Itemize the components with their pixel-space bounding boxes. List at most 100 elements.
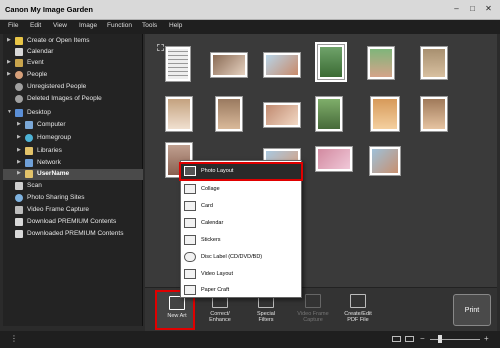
title-bar: Canon My Image Garden – □ ✕ bbox=[0, 0, 500, 20]
menu-item-video-layout[interactable]: Video Layout bbox=[181, 267, 301, 282]
sidebar-item-computer[interactable]: ▶ Computer bbox=[3, 120, 143, 131]
select-all-icon[interactable] bbox=[157, 44, 164, 51]
menu-file[interactable]: File bbox=[8, 22, 18, 29]
image-thumbnail[interactable] bbox=[315, 146, 353, 172]
menu-tools[interactable]: Tools bbox=[142, 22, 157, 29]
thumbnail-view-icon[interactable] bbox=[392, 336, 401, 342]
sidebar-item-calendar[interactable]: Calendar bbox=[3, 47, 143, 58]
folder-icon bbox=[15, 109, 23, 117]
expand-arrow-icon[interactable]: ▶ bbox=[7, 37, 13, 43]
star-icon bbox=[15, 37, 23, 45]
person-icon bbox=[15, 83, 23, 91]
image-thumbnail[interactable] bbox=[370, 96, 400, 132]
sidebar-item-download-premium-contents[interactable]: Download PREMIUM Contents bbox=[3, 217, 143, 228]
image-thumbnail[interactable] bbox=[420, 46, 448, 80]
window-title: Canon My Image Garden bbox=[5, 5, 93, 14]
menu-item-paper-craft[interactable]: Paper Craft bbox=[181, 283, 301, 298]
expand-arrow-icon[interactable]: ▶ bbox=[17, 170, 23, 176]
maximize-button[interactable]: □ bbox=[466, 3, 479, 15]
expand-arrow-icon[interactable]: ▶ bbox=[17, 121, 23, 127]
film-icon bbox=[15, 206, 23, 214]
special-filters-label-line2: Filters bbox=[258, 317, 274, 323]
print-button[interactable]: Print bbox=[453, 294, 491, 326]
image-thumbnail[interactable] bbox=[210, 52, 248, 78]
sidebar-item-unregistered-people[interactable]: Unregistered People bbox=[3, 82, 143, 93]
sidebar-item-label: Libraries bbox=[37, 147, 62, 154]
sidebar-item-video-frame-capture[interactable]: Video Frame Capture bbox=[3, 205, 143, 216]
sidebar-item-label: Network bbox=[37, 159, 61, 166]
close-button[interactable]: ✕ bbox=[482, 3, 495, 15]
new-art-popup-menu: Photo Layout Collage Card Calendar Stick… bbox=[179, 160, 303, 298]
collapse-arrow-icon[interactable]: ▼ bbox=[7, 109, 13, 115]
special-filters-label: Special Filters bbox=[246, 311, 286, 323]
menu-dots-icon[interactable]: ⋮ bbox=[10, 334, 18, 343]
computer-icon bbox=[25, 121, 33, 129]
correct-enhance-label-line2: Enhance bbox=[209, 317, 231, 323]
photo-layout-icon bbox=[184, 166, 196, 176]
sidebar-item-create-or-open-items[interactable]: ▶ Create or Open Items bbox=[3, 36, 143, 47]
image-thumbnail[interactable] bbox=[315, 96, 343, 132]
image-thumbnail[interactable] bbox=[165, 96, 193, 132]
sidebar-item-username[interactable]: ▶ UserName bbox=[3, 169, 143, 180]
sidebar-item-desktop[interactable]: ▼ Desktop bbox=[3, 108, 143, 119]
menu-item-photo-layout[interactable]: Photo Layout bbox=[179, 162, 303, 181]
menu-view[interactable]: View bbox=[53, 22, 67, 29]
sidebar: ▶ Create or Open Items Calendar ▶ Event … bbox=[3, 34, 143, 326]
menu-edit[interactable]: Edit bbox=[30, 22, 41, 29]
image-thumbnail[interactable] bbox=[420, 96, 448, 132]
video-frame-capture-label-line2: Capture bbox=[303, 317, 323, 323]
globe-icon bbox=[15, 194, 23, 202]
image-thumbnail[interactable] bbox=[165, 46, 191, 82]
menu-item-collage[interactable]: Collage bbox=[181, 182, 301, 197]
list-view-icon[interactable] bbox=[405, 336, 414, 342]
sidebar-item-scan[interactable]: Scan bbox=[3, 181, 143, 192]
sidebar-item-homegroup[interactable]: ▶ Homegroup bbox=[3, 133, 143, 144]
minimize-button[interactable]: – bbox=[450, 3, 463, 15]
sidebar-item-downloaded-premium-contents[interactable]: Downloaded PREMIUM Contents bbox=[3, 229, 143, 240]
menu-item-label: Photo Layout bbox=[201, 168, 234, 174]
zoom-out-icon[interactable]: − bbox=[420, 334, 425, 343]
sidebar-item-label: Event bbox=[27, 59, 44, 66]
expand-arrow-icon[interactable]: ▶ bbox=[7, 71, 13, 77]
image-thumbnail-selected[interactable] bbox=[315, 42, 347, 82]
sidebar-item-label: Create or Open Items bbox=[27, 37, 90, 44]
stickers-icon bbox=[184, 235, 196, 245]
zoom-slider-handle[interactable] bbox=[438, 335, 442, 343]
video-layout-icon bbox=[184, 269, 196, 279]
expand-arrow-icon[interactable]: ▶ bbox=[7, 59, 13, 65]
menu-image[interactable]: Image bbox=[79, 22, 97, 29]
expand-arrow-icon[interactable]: ▶ bbox=[17, 134, 23, 140]
menu-item-calendar[interactable]: Calendar bbox=[181, 216, 301, 231]
sidebar-item-event[interactable]: ▶ Event bbox=[3, 58, 143, 69]
sidebar-item-photo-sharing-sites[interactable]: Photo Sharing Sites bbox=[3, 193, 143, 204]
menu-item-stickers[interactable]: Stickers bbox=[181, 233, 301, 248]
image-thumbnail[interactable] bbox=[263, 52, 301, 78]
sidebar-item-libraries[interactable]: ▶ Libraries bbox=[3, 146, 143, 157]
new-art-label: New Art bbox=[167, 313, 187, 319]
image-thumbnail[interactable] bbox=[367, 46, 395, 80]
sidebar-item-deleted-images-of-people[interactable]: Deleted Images of People bbox=[3, 94, 143, 105]
event-icon bbox=[15, 59, 23, 67]
menu-item-label: Paper Craft bbox=[201, 287, 230, 293]
menu-function[interactable]: Function bbox=[107, 22, 132, 29]
create-edit-pdf-button[interactable]: Create/Edit PDF File bbox=[338, 290, 378, 330]
sidebar-item-network[interactable]: ▶ Network bbox=[3, 158, 143, 169]
network-icon bbox=[25, 159, 33, 167]
sidebar-item-label: Photo Sharing Sites bbox=[27, 194, 85, 201]
sidebar-item-label: Download PREMIUM Contents bbox=[27, 218, 117, 225]
menu-help[interactable]: Help bbox=[169, 22, 182, 29]
zoom-in-icon[interactable]: + bbox=[484, 334, 489, 343]
expand-arrow-icon[interactable]: ▶ bbox=[17, 147, 23, 153]
menu-item-disc-label[interactable]: Disc Label (CD/DVD/BD) bbox=[181, 250, 301, 265]
menu-item-card[interactable]: Card bbox=[181, 199, 301, 214]
download-icon bbox=[15, 230, 23, 238]
image-thumbnail[interactable] bbox=[263, 102, 301, 128]
image-thumbnail[interactable] bbox=[369, 146, 401, 176]
sidebar-item-label: Desktop bbox=[27, 109, 51, 116]
homegroup-icon bbox=[25, 134, 33, 142]
image-thumbnail[interactable] bbox=[215, 96, 243, 132]
download-icon bbox=[15, 218, 23, 226]
sidebar-item-people[interactable]: ▶ People bbox=[3, 70, 143, 81]
expand-arrow-icon[interactable]: ▶ bbox=[17, 159, 23, 165]
calendar-icon bbox=[184, 218, 196, 228]
